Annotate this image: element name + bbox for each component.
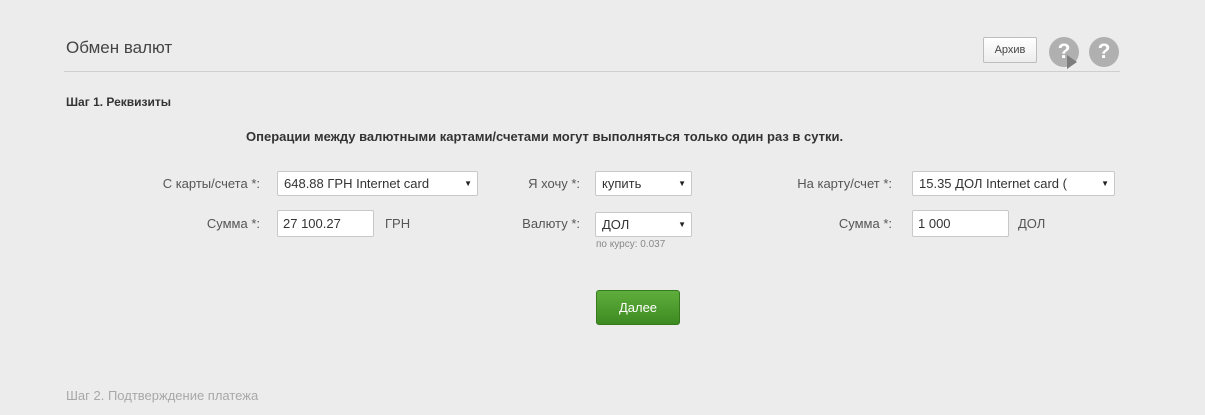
to-amount-label: Сумма *: — [838, 216, 892, 231]
want-select[interactable]: купить ▼ — [595, 171, 692, 196]
to-card-chevron-down-icon: ▼ — [1098, 179, 1109, 188]
page-title: Обмен валют — [66, 38, 173, 57]
want-chevron-down-icon: ▼ — [675, 179, 686, 188]
step1-title: Шаг 1. Реквизиты — [66, 95, 172, 109]
to-amount-input[interactable]: 1 000 — [912, 210, 1009, 237]
from-card-label: С карты/счета *: — [162, 176, 260, 191]
currency-value: ДОЛ — [602, 217, 630, 232]
step2-title[interactable]: Шаг 2. Подтверждение платежа — [66, 388, 258, 403]
archive-button[interactable]: Архив — [983, 37, 1037, 63]
to-card-select[interactable]: 15.35 ДОЛ Internet card ( ▼ — [912, 171, 1115, 196]
to-card-value: 15.35 ДОЛ Internet card ( — [919, 176, 1067, 191]
from-card-chevron-down-icon: ▼ — [461, 179, 472, 188]
currency-chevron-down-icon: ▼ — [675, 220, 686, 229]
from-card-value: 648.88 ГРН Internet card — [284, 176, 430, 191]
to-card-label: На карту/счет *: — [797, 176, 892, 191]
play-icon — [1067, 55, 1077, 69]
amount-input[interactable]: 27 100.27 — [277, 210, 374, 237]
from-card-select[interactable]: 648.88 ГРН Internet card ▼ — [277, 171, 478, 196]
help-glyph: ? — [1097, 40, 1111, 63]
currency-select[interactable]: ДОЛ ▼ — [595, 212, 692, 237]
help-icon[interactable]: ? — [1089, 37, 1119, 67]
notice-text: Операции между валютными картами/счетами… — [246, 129, 844, 144]
next-button[interactable]: Далее — [596, 290, 680, 325]
to-amount-unit: ДОЛ — [1018, 216, 1046, 231]
want-label: Я хочу *: — [528, 176, 580, 191]
currency-label: Валюту *: — [522, 216, 580, 231]
amount-label: Сумма *: — [206, 216, 260, 231]
amount-unit: ГРН — [385, 216, 411, 231]
want-value: купить — [602, 176, 642, 191]
rate-note: по курсу: 0.037 — [596, 239, 666, 250]
title-divider — [64, 71, 1120, 72]
